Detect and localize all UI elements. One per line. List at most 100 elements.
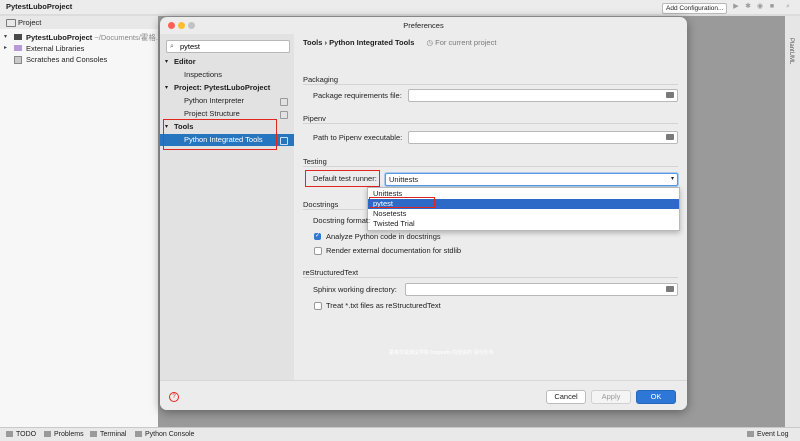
test-runner-dropdown: Unittests pytest Nosetests Twisted Trial <box>367 187 680 231</box>
plantuml-tab[interactable]: PlantUML <box>788 38 794 64</box>
todo-tab[interactable]: TODO <box>6 430 36 439</box>
event-log-tab[interactable]: Event Log <box>747 430 789 439</box>
nav-label: Python Interpreter <box>184 96 245 105</box>
project-panel-label: Project <box>18 18 42 27</box>
tree-item-scratches[interactable]: Scratches and Consoles <box>0 54 158 65</box>
tab-label: TODO <box>16 431 37 438</box>
browse-folder-icon[interactable] <box>666 134 674 140</box>
render-docs-checkbox[interactable] <box>314 247 322 255</box>
zoom-window-button[interactable] <box>188 22 195 29</box>
project-root-name: PytestLuboProject <box>26 33 93 42</box>
runner-option-nosetests[interactable]: Nosetests <box>368 209 679 219</box>
tab-label: Problems <box>54 431 84 438</box>
tab-label: Python Console <box>145 431 195 438</box>
scratches-icon <box>14 56 22 64</box>
close-window-button[interactable] <box>168 22 175 29</box>
terminal-icon <box>90 431 97 438</box>
runner-option-unittests[interactable]: Unittests <box>368 189 679 199</box>
requirements-file-field[interactable] <box>408 89 678 102</box>
terminal-tab[interactable]: Terminal <box>90 430 126 439</box>
tab-label: Event Log <box>757 431 789 438</box>
option-label: Twisted Trial <box>373 219 415 228</box>
sphinx-dir-field[interactable] <box>405 283 678 296</box>
nav-inspections[interactable]: Inspections <box>160 69 294 81</box>
chevron-right-icon[interactable]: ▸ <box>4 43 7 54</box>
ok-button[interactable]: OK <box>636 390 676 404</box>
nav-project-structure[interactable]: Project Structure <box>160 108 294 120</box>
problems-icon <box>44 431 51 438</box>
settings-nav-panel: ⌕ ▾ Editor Inspections ▾ Project: Pytest… <box>160 34 295 380</box>
settings-search-input[interactable] <box>180 41 286 52</box>
pipenv-path-field[interactable] <box>408 131 678 144</box>
pipenv-path-label: Path to Pipenv executable: <box>313 133 403 142</box>
docstring-format-label: Docstring format: <box>313 216 371 225</box>
nav-label: Inspections <box>184 70 222 79</box>
pipenv-section-title: Pipenv <box>303 114 326 123</box>
nav-label: Python Integrated Tools <box>184 135 263 144</box>
restructuredtext-section-title: reStructuredText <box>303 268 359 277</box>
tree-item-external-libraries[interactable]: ▸ External Libraries <box>0 43 158 54</box>
help-button[interactable]: ? <box>169 392 179 402</box>
search-everywhere-icon[interactable]: ⌕ <box>784 3 792 11</box>
nav-python-integrated-tools[interactable]: Python Integrated Tools <box>160 134 294 146</box>
test-runner-select[interactable]: Unittests ▾ <box>385 173 678 186</box>
treat-txt-checkbox[interactable] <box>314 302 322 310</box>
nav-python-interpreter[interactable]: Python Interpreter <box>160 95 294 107</box>
library-icon <box>14 45 22 51</box>
analyze-docstrings-label: Analyze Python code in docstrings <box>326 232 441 241</box>
section-divider <box>303 277 678 278</box>
stop-icon[interactable]: ■ <box>768 3 776 11</box>
python-console-icon <box>135 431 142 438</box>
browse-folder-icon[interactable] <box>666 286 674 292</box>
run-icon[interactable]: ▶ <box>732 3 740 11</box>
scope-note: ◷ For current project <box>427 38 497 47</box>
breadcrumb: Tools › Python Integrated Tools ◷ For cu… <box>303 38 496 47</box>
nav-tools[interactable]: ▾ Tools <box>160 121 294 133</box>
minimize-window-button[interactable] <box>178 22 185 29</box>
preferences-dialog: Preferences ⌕ ▾ Editor Inspections ▾ Pro… <box>160 17 687 410</box>
nav-label: Project Structure <box>184 109 240 118</box>
section-divider <box>303 84 678 85</box>
project-scope-icon <box>280 98 288 106</box>
section-divider <box>303 209 365 210</box>
option-label: Nosetests <box>373 209 407 218</box>
tab-label: Terminal <box>100 431 127 438</box>
python-console-tab[interactable]: Python Console <box>135 430 194 439</box>
chevron-down-icon: ▾ <box>165 59 169 65</box>
option-label: pytest <box>373 199 394 208</box>
tree-item-label: External Libraries <box>26 44 85 53</box>
tree-item-project-root[interactable]: ▾ PytestLuboProject ~/Documents/霍格... <box>0 32 162 43</box>
folder-icon <box>6 19 16 27</box>
nav-editor[interactable]: ▾ Editor <box>160 56 294 68</box>
search-icon: ⌕ <box>170 43 174 50</box>
event-log-icon <box>747 431 754 438</box>
selected-runner: Unittests <box>389 175 419 184</box>
default-test-runner-label: Default test runner: <box>313 174 377 183</box>
chevron-down-icon[interactable]: ▾ <box>4 32 7 43</box>
runner-option-twisted-trial[interactable]: Twisted Trial <box>368 219 679 229</box>
project-tree: ▾ PytestLuboProject ~/Documents/霍格... ▸ … <box>0 29 162 427</box>
nav-project[interactable]: ▾ Project: PytestLuboProject <box>160 82 294 94</box>
debug-icon[interactable]: ✱ <box>744 3 752 11</box>
tree-item-label: Scratches and Consoles <box>26 55 108 64</box>
chevron-down-icon: ▾ <box>165 85 169 91</box>
cancel-button[interactable]: Cancel <box>546 390 586 404</box>
add-configuration-button[interactable]: Add Configuration... <box>662 3 728 14</box>
runner-option-pytest[interactable]: pytest <box>368 199 679 209</box>
requirements-file-label: Package requirements file: <box>313 91 402 100</box>
settings-search-box[interactable]: ⌕ <box>166 40 290 53</box>
coverage-icon[interactable]: ◉ <box>756 3 764 11</box>
breadcrumb-separator: › <box>324 38 328 47</box>
browse-folder-icon[interactable] <box>666 92 674 98</box>
treat-txt-label: Treat *.txt files as reStructuredText <box>326 301 441 310</box>
project-scope-icon: ◷ <box>426 38 434 47</box>
chevron-down-icon: ▾ <box>670 176 674 182</box>
analyze-docstrings-checkbox[interactable]: ✓ <box>314 233 321 240</box>
breadcrumb-root[interactable]: Tools <box>303 38 322 47</box>
problems-tab[interactable]: Problems <box>44 430 84 439</box>
section-divider <box>303 123 678 124</box>
folder-icon <box>14 34 22 40</box>
project-panel-header[interactable]: Project <box>0 16 158 30</box>
apply-button[interactable]: Apply <box>591 390 631 404</box>
render-docs-label: Render external documentation for stdlib <box>326 246 462 255</box>
